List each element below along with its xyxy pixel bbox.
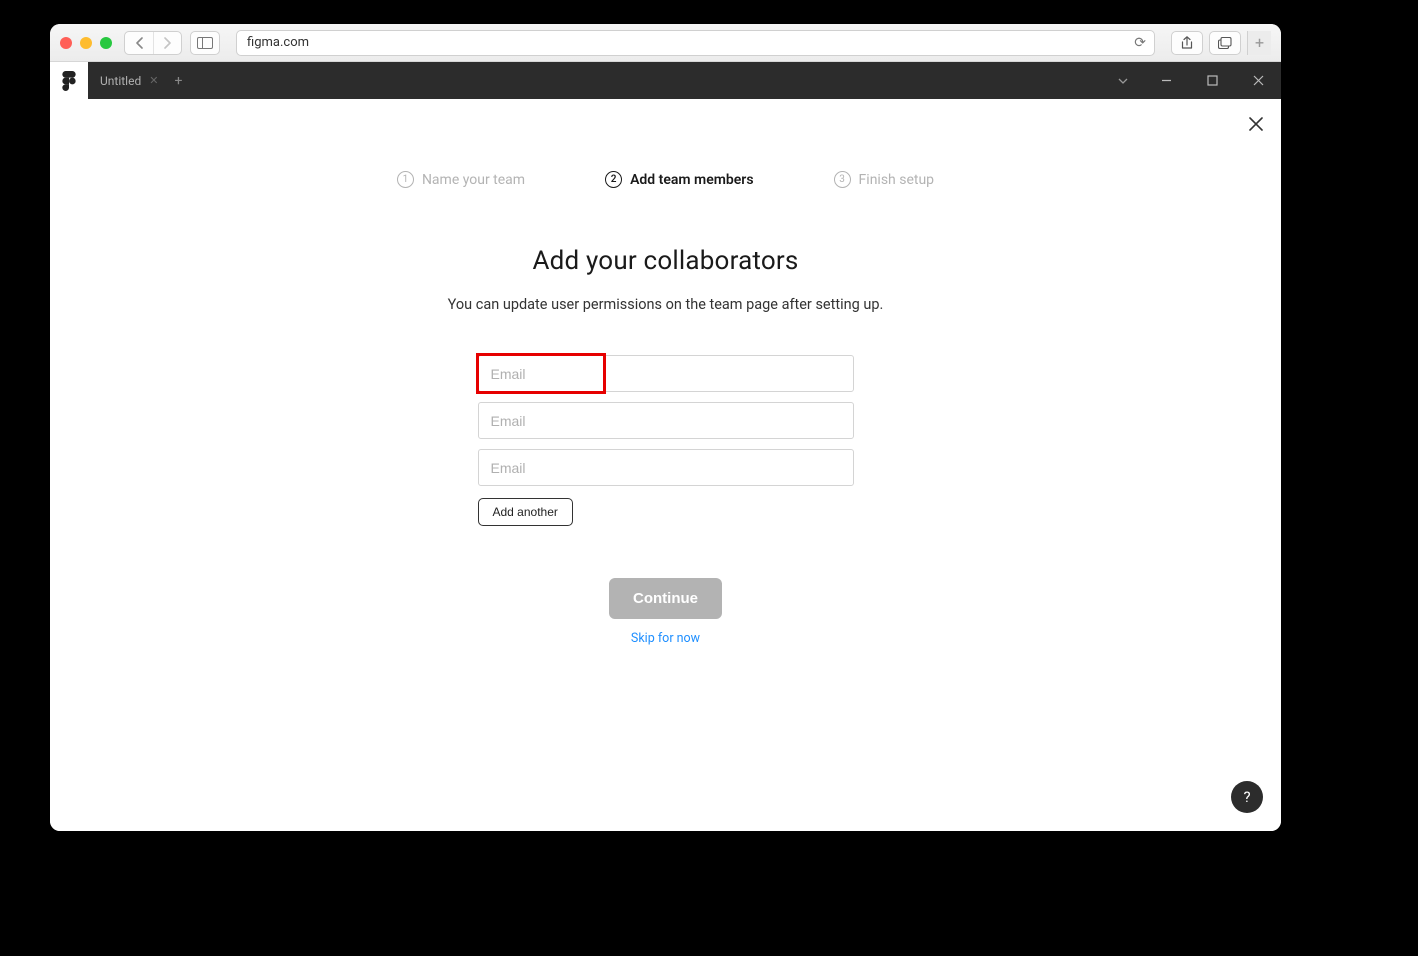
- email-inputs: Add another: [478, 355, 854, 526]
- tab-close-icon[interactable]: ✕: [149, 74, 158, 87]
- sidebar-icon: [197, 37, 213, 49]
- tabs-icon: [1218, 37, 1232, 49]
- toolbar-right: +: [1171, 31, 1271, 55]
- help-icon: ?: [1243, 788, 1250, 806]
- window-close-dot[interactable]: [60, 37, 72, 49]
- step-2-number: 2: [605, 171, 622, 188]
- document-tab[interactable]: Untitled ✕: [100, 74, 158, 88]
- figma-logo-icon: [62, 71, 76, 91]
- email-input-2[interactable]: [478, 402, 854, 439]
- window-zoom-dot[interactable]: [100, 37, 112, 49]
- traffic-lights: [60, 37, 112, 49]
- share-icon: [1181, 36, 1193, 50]
- new-tab-button[interactable]: +: [1247, 31, 1271, 55]
- continue-button[interactable]: Continue: [609, 578, 722, 619]
- skip-link[interactable]: Skip for now: [631, 631, 700, 646]
- app-minimize-button[interactable]: [1143, 62, 1189, 99]
- step-finish-setup: 3 Finish setup: [834, 171, 935, 188]
- form-heading: Add your collaborators: [532, 246, 798, 276]
- help-button[interactable]: ?: [1231, 781, 1263, 813]
- step-3-label: Finish setup: [859, 172, 935, 188]
- add-another-button[interactable]: Add another: [478, 498, 573, 526]
- tab-add-button[interactable]: +: [174, 73, 182, 89]
- browser-window: figma.com ⟳ + Untitled ✕: [50, 24, 1281, 831]
- step-name-team: 1 Name your team: [397, 171, 525, 188]
- step-2-label: Add team members: [630, 172, 753, 188]
- email-input-3[interactable]: [478, 449, 854, 486]
- url-bar[interactable]: figma.com ⟳: [236, 30, 1155, 56]
- stepper: 1 Name your team 2 Add team members 3 Fi…: [50, 171, 1281, 188]
- close-icon: [1253, 75, 1264, 86]
- modal-close-button[interactable]: [1249, 115, 1263, 136]
- forward-button[interactable]: [153, 32, 181, 54]
- chevron-left-icon: [135, 37, 144, 49]
- collaborators-form: Add your collaborators You can update us…: [50, 246, 1281, 646]
- window-controls: [1103, 62, 1281, 99]
- app-close-button[interactable]: [1235, 62, 1281, 99]
- step-add-members: 2 Add team members: [605, 171, 753, 188]
- browser-toolbar: figma.com ⟳ +: [50, 24, 1281, 62]
- close-icon: [1249, 117, 1263, 131]
- app-maximize-button[interactable]: [1189, 62, 1235, 99]
- form-subheading: You can update user permissions on the t…: [448, 296, 884, 313]
- chevron-down-icon: [1118, 78, 1128, 84]
- sidebar-toggle[interactable]: [190, 31, 220, 55]
- tabs-button[interactable]: [1209, 31, 1241, 55]
- back-button[interactable]: [125, 32, 153, 54]
- chevron-right-icon: [163, 37, 172, 49]
- step-1-label: Name your team: [422, 172, 525, 188]
- step-3-number: 3: [834, 171, 851, 188]
- document-tab-title: Untitled: [100, 74, 141, 88]
- window-minimize-dot[interactable]: [80, 37, 92, 49]
- menu-chevron-button[interactable]: [1103, 62, 1143, 99]
- maximize-icon: [1207, 75, 1218, 86]
- email-input-1[interactable]: [478, 355, 854, 392]
- minimize-icon: [1161, 75, 1172, 86]
- step-1-number: 1: [397, 171, 414, 188]
- figma-logo[interactable]: [50, 62, 88, 99]
- modal-content: 1 Name your team 2 Add team members 3 Fi…: [50, 99, 1281, 831]
- nav-buttons: [124, 31, 182, 55]
- url-text: figma.com: [247, 35, 309, 50]
- app-titlebar: Untitled ✕ +: [50, 62, 1281, 99]
- refresh-icon[interactable]: ⟳: [1134, 35, 1146, 51]
- share-button[interactable]: [1171, 31, 1203, 55]
